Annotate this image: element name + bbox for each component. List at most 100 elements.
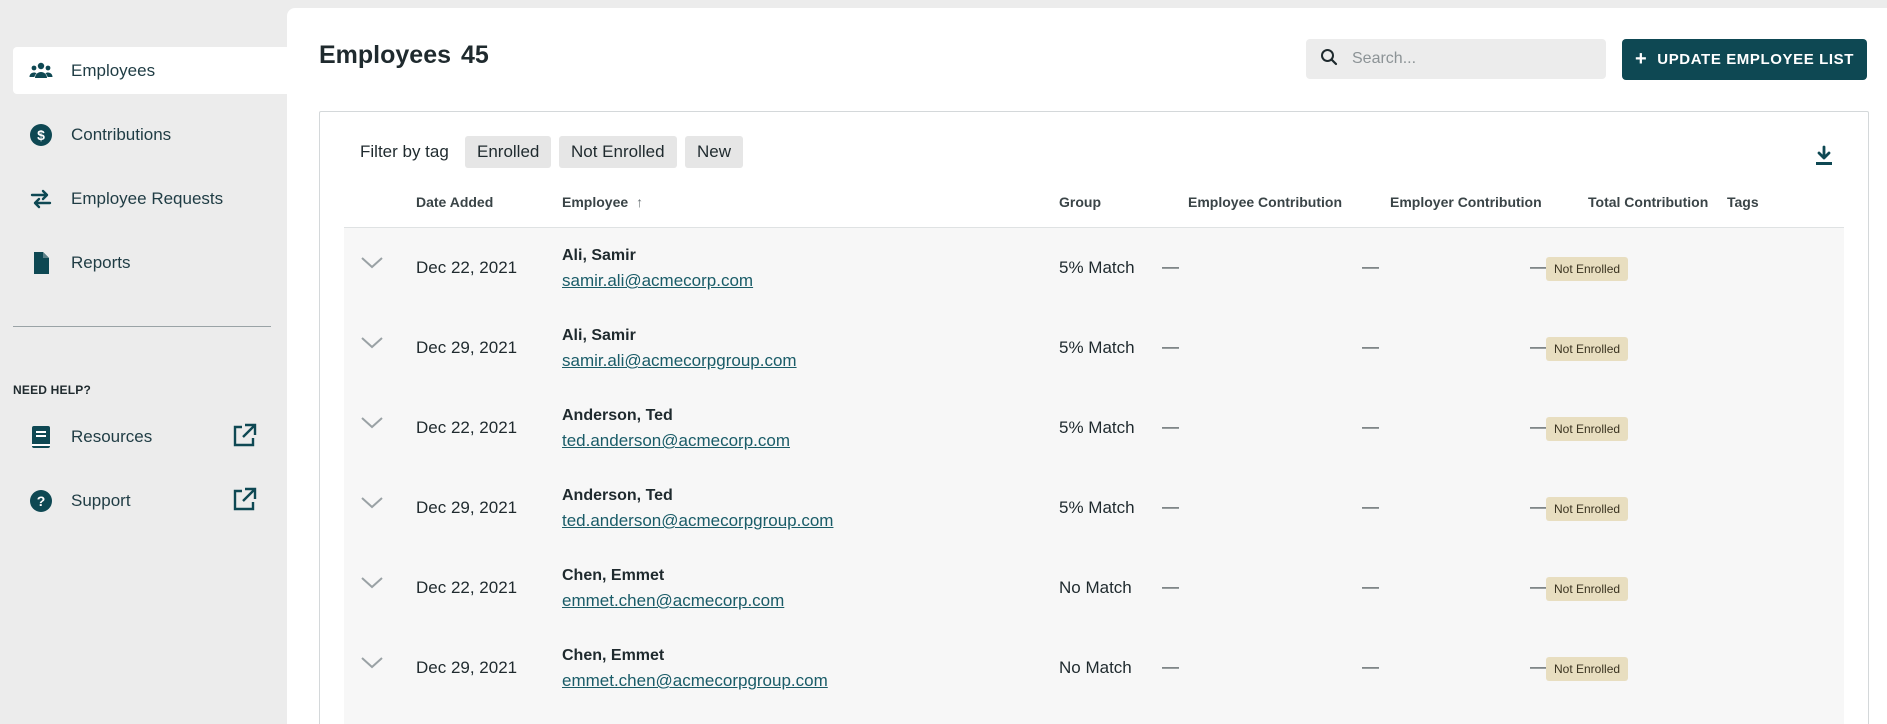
column-header-tags: Tags bbox=[1727, 194, 1759, 210]
table-row[interactable]: Dec 22, 2021 Chen, Emmet emmet.chen@acme… bbox=[344, 548, 1844, 628]
status-badge: Not Enrolled bbox=[1546, 497, 1629, 521]
table-row[interactable]: Dec 22, 2021 Ali, Samir samir.ali@acmeco… bbox=[344, 228, 1844, 308]
filter-chip-new[interactable]: New bbox=[685, 136, 744, 168]
employee-email-link[interactable]: ted.anderson@acmecorpgroup.com bbox=[562, 511, 833, 531]
filter-chip-enrolled[interactable]: Enrolled bbox=[465, 136, 552, 168]
employee-name: Anderson, Ted bbox=[562, 487, 673, 504]
table-body: Dec 22, 2021 Ali, Samir samir.ali@acmeco… bbox=[344, 228, 1844, 724]
total-contribution-cell: — bbox=[1530, 577, 1547, 596]
column-header-group[interactable]: Group bbox=[1059, 194, 1101, 210]
sidebar-item-resources[interactable]: Resources bbox=[13, 413, 287, 460]
filter-chip-not-enrolled[interactable]: Not Enrolled bbox=[559, 136, 677, 168]
swap-arrows-icon bbox=[29, 187, 53, 211]
chevron-down-icon[interactable] bbox=[360, 575, 384, 591]
employee-name: Chen, Emmet bbox=[562, 567, 665, 584]
employee-name: Anderson, Ted bbox=[562, 407, 673, 424]
page-title: Employees 45 bbox=[319, 41, 489, 70]
employee-email-link[interactable]: samir.ali@acmecorpgroup.com bbox=[562, 351, 797, 371]
svg-text:?: ? bbox=[37, 493, 46, 509]
employee-contribution-cell: — bbox=[1162, 257, 1179, 276]
status-badge: Not Enrolled bbox=[1546, 337, 1629, 361]
employee-email-link[interactable]: emmet.chen@acmecorp.com bbox=[562, 591, 784, 611]
table-row[interactable]: Dec 29, 2021 Chen, Emmet emmet.chen@acme… bbox=[344, 628, 1844, 708]
update-employee-list-label: UPDATE EMPLOYEE LIST bbox=[1657, 51, 1855, 68]
employee-email-link[interactable]: ted.anderson@acmecorp.com bbox=[562, 431, 790, 451]
question-icon: ? bbox=[29, 489, 53, 513]
sidebar-item-label: Employee Requests bbox=[71, 188, 224, 208]
column-header-employer-contribution[interactable]: Employer Contribution bbox=[1390, 194, 1542, 210]
sidebar-item-label: Contributions bbox=[71, 124, 172, 144]
sidebar-item-support[interactable]: ? Support bbox=[13, 477, 287, 524]
employee-contribution-cell: — bbox=[1162, 577, 1179, 596]
chevron-down-icon[interactable] bbox=[360, 495, 384, 511]
chevron-down-icon[interactable] bbox=[360, 335, 384, 351]
main-panel: Employees 45 + UPDATE EMPLOYEE LIST Filte… bbox=[287, 8, 1887, 724]
date-added-cell: Dec 29, 2021 bbox=[416, 498, 518, 517]
total-contribution-cell: — bbox=[1530, 657, 1547, 676]
employee-email-link[interactable]: emmet.chen@acmecorpgroup.com bbox=[562, 671, 828, 691]
sidebar-divider bbox=[13, 326, 271, 327]
status-badge: Not Enrolled bbox=[1546, 257, 1629, 281]
total-contribution-cell: — bbox=[1530, 257, 1547, 276]
sidebar-item-label: Support bbox=[71, 490, 131, 510]
svg-text:$: $ bbox=[37, 127, 45, 143]
sidebar-item-employee-requests[interactable]: Employee Requests bbox=[13, 175, 287, 222]
status-badge: Not Enrolled bbox=[1546, 577, 1629, 601]
search-box[interactable] bbox=[1306, 39, 1606, 79]
table-row[interactable]: Dec 29, 2021 Ali, Samir samir.ali@acmeco… bbox=[344, 308, 1844, 388]
date-added-cell: Dec 22, 2021 bbox=[416, 418, 518, 437]
chevron-down-icon[interactable] bbox=[360, 415, 384, 431]
employee-name: Chen, Emmet bbox=[562, 647, 665, 664]
sidebar-item-label: Resources bbox=[71, 426, 153, 446]
sidebar-item-label: Employees bbox=[71, 60, 156, 80]
dollar-icon: $ bbox=[29, 123, 53, 147]
group-cell: No Match bbox=[1059, 578, 1132, 597]
employer-contribution-cell: — bbox=[1362, 337, 1379, 356]
table-row[interactable]: Dec 22, 2021 Anderson, Ted ted.anderson@… bbox=[344, 388, 1844, 468]
sidebar-item-employees[interactable]: Employees bbox=[13, 47, 287, 94]
external-link-icon[interactable] bbox=[231, 487, 257, 513]
employee-email-link[interactable]: samir.ali@acmecorp.com bbox=[562, 271, 753, 291]
sort-ascending-icon[interactable]: ↑ bbox=[636, 194, 643, 210]
employer-contribution-cell: — bbox=[1362, 417, 1379, 436]
group-cell: 5% Match bbox=[1059, 498, 1135, 517]
filter-label: Filter by tag bbox=[360, 142, 449, 161]
search-icon bbox=[1320, 48, 1338, 71]
chevron-down-icon[interactable] bbox=[360, 255, 384, 271]
sidebar: Employees $ Contributions Employee Reque… bbox=[0, 0, 287, 724]
employee-table-card: Filter by tag Enrolled Not Enrolled New … bbox=[319, 111, 1869, 724]
table-row[interactable]: Dec 29, 2021 Anderson, Ted ted.anderson@… bbox=[344, 468, 1844, 548]
group-cell: 5% Match bbox=[1059, 418, 1135, 437]
employee-contribution-cell: — bbox=[1162, 417, 1179, 436]
total-contribution-cell: — bbox=[1530, 337, 1547, 356]
date-added-cell: Dec 29, 2021 bbox=[416, 658, 518, 677]
employee-name: Ali, Samir bbox=[562, 247, 636, 264]
people-icon bbox=[29, 59, 53, 83]
plus-icon: + bbox=[1634, 48, 1648, 70]
column-header-date-added[interactable]: Date Added bbox=[416, 194, 493, 210]
employee-contribution-cell: — bbox=[1162, 497, 1179, 516]
external-link-icon[interactable] bbox=[231, 423, 257, 449]
chevron-down-icon[interactable] bbox=[360, 655, 384, 671]
employee-contribution-cell: — bbox=[1162, 337, 1179, 356]
total-contribution-cell: — bbox=[1530, 497, 1547, 516]
date-added-cell: Dec 29, 2021 bbox=[416, 338, 518, 357]
group-cell: 5% Match bbox=[1059, 338, 1135, 357]
column-header-total-contribution[interactable]: Total Contribution bbox=[1588, 194, 1708, 210]
column-header-employee-contribution[interactable]: Employee Contribution bbox=[1188, 194, 1342, 210]
group-cell: 5% Match bbox=[1059, 258, 1135, 277]
group-cell: No Match bbox=[1059, 658, 1132, 677]
sidebar-item-reports[interactable]: Reports bbox=[13, 239, 287, 286]
total-contribution-cell: — bbox=[1530, 417, 1547, 436]
column-header-employee[interactable]: Employee ↑ bbox=[562, 194, 643, 210]
need-help-heading: NEED HELP? bbox=[13, 383, 92, 397]
download-icon[interactable] bbox=[1812, 144, 1836, 168]
date-added-cell: Dec 22, 2021 bbox=[416, 578, 518, 597]
sidebar-item-contributions[interactable]: $ Contributions bbox=[13, 111, 287, 158]
page-title-text: Employees bbox=[319, 41, 452, 69]
employer-contribution-cell: — bbox=[1362, 657, 1379, 676]
search-input[interactable] bbox=[1352, 50, 1592, 68]
employer-contribution-cell: — bbox=[1362, 577, 1379, 596]
document-icon bbox=[29, 251, 53, 275]
update-employee-list-button[interactable]: + UPDATE EMPLOYEE LIST bbox=[1622, 39, 1867, 80]
